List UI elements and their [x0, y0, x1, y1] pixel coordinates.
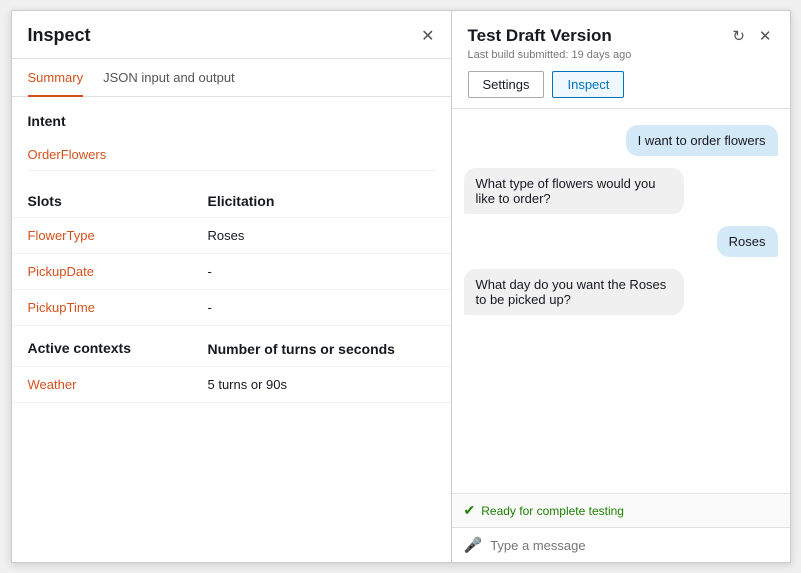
right-title-icons: ↻ ✕	[730, 25, 773, 47]
intent-heading: Intent	[28, 113, 435, 129]
slots-header: Slots Elicitation	[12, 179, 451, 218]
message-input[interactable]	[490, 538, 777, 553]
test-panel-title: Test Draft Version	[468, 26, 612, 46]
right-tabs: Settings Inspect	[468, 71, 774, 108]
slot-elicitation-pickupdate: -	[208, 264, 212, 279]
mic-icon: 🎤	[464, 536, 483, 554]
panel-close-button[interactable]: ✕	[757, 25, 774, 47]
slot-name-flowertype: FlowerType	[28, 228, 208, 243]
test-panel: Test Draft Version ↻ ✕ Last build submit…	[452, 11, 790, 562]
right-header: Test Draft Version ↻ ✕ Last build submit…	[452, 11, 790, 109]
slot-name-pickupdate: PickupDate	[28, 264, 208, 279]
chat-area: I want to order flowers What type of flo…	[452, 109, 790, 493]
right-title-row: Test Draft Version ↻ ✕	[468, 25, 774, 47]
context-name-weather: Weather	[28, 377, 208, 392]
slot-row-flowertype: FlowerType Roses	[12, 218, 451, 254]
slot-elicitation-flowertype: Roses	[208, 228, 245, 243]
intent-section: Intent OrderFlowers	[12, 97, 451, 179]
tab-json[interactable]: JSON input and output	[103, 60, 235, 97]
slot-row-pickupdate: PickupDate -	[12, 254, 451, 290]
left-header: Inspect ✕	[12, 11, 451, 59]
status-icon: ✔	[464, 502, 476, 519]
inspect-panel: Inspect ✕ Summary JSON input and output …	[12, 11, 452, 562]
intent-value: OrderFlowers	[28, 139, 435, 171]
close-button[interactable]: ✕	[421, 26, 434, 58]
slots-col2-label: Elicitation	[208, 193, 275, 209]
chat-bubble-2: Roses	[717, 226, 778, 257]
inspect-title: Inspect	[28, 25, 91, 58]
status-text: Ready for complete testing	[481, 504, 624, 518]
chat-bubble-3: What day do you want the Roses to be pic…	[464, 269, 684, 315]
contexts-col2-label: Number of turns or seconds	[208, 340, 395, 358]
slot-row-pickuptime: PickupTime -	[12, 290, 451, 326]
contexts-header: Active contexts Number of turns or secon…	[12, 326, 451, 367]
status-bar: ✔ Ready for complete testing	[452, 493, 790, 527]
inspect-tab-button[interactable]: Inspect	[552, 71, 624, 98]
message-input-row: 🎤	[452, 527, 790, 562]
tab-summary[interactable]: Summary	[28, 60, 84, 97]
slots-col1-label: Slots	[28, 193, 208, 209]
context-row-weather: Weather 5 turns or 90s	[12, 367, 451, 403]
contexts-col1-label: Active contexts	[28, 340, 208, 358]
left-tabs: Summary JSON input and output	[12, 59, 451, 97]
chat-bubble-1: What type of flowers would you like to o…	[464, 168, 684, 214]
slot-name-pickuptime: PickupTime	[28, 300, 208, 315]
settings-tab-button[interactable]: Settings	[468, 71, 545, 98]
last-build-subtitle: Last build submitted: 19 days ago	[468, 49, 774, 61]
context-value-weather: 5 turns or 90s	[208, 377, 288, 392]
left-content: Intent OrderFlowers Slots Elicitation Fl…	[12, 97, 451, 562]
refresh-button[interactable]: ↻	[730, 25, 747, 47]
chat-bubble-0: I want to order flowers	[626, 125, 778, 156]
slot-elicitation-pickuptime: -	[208, 300, 212, 315]
